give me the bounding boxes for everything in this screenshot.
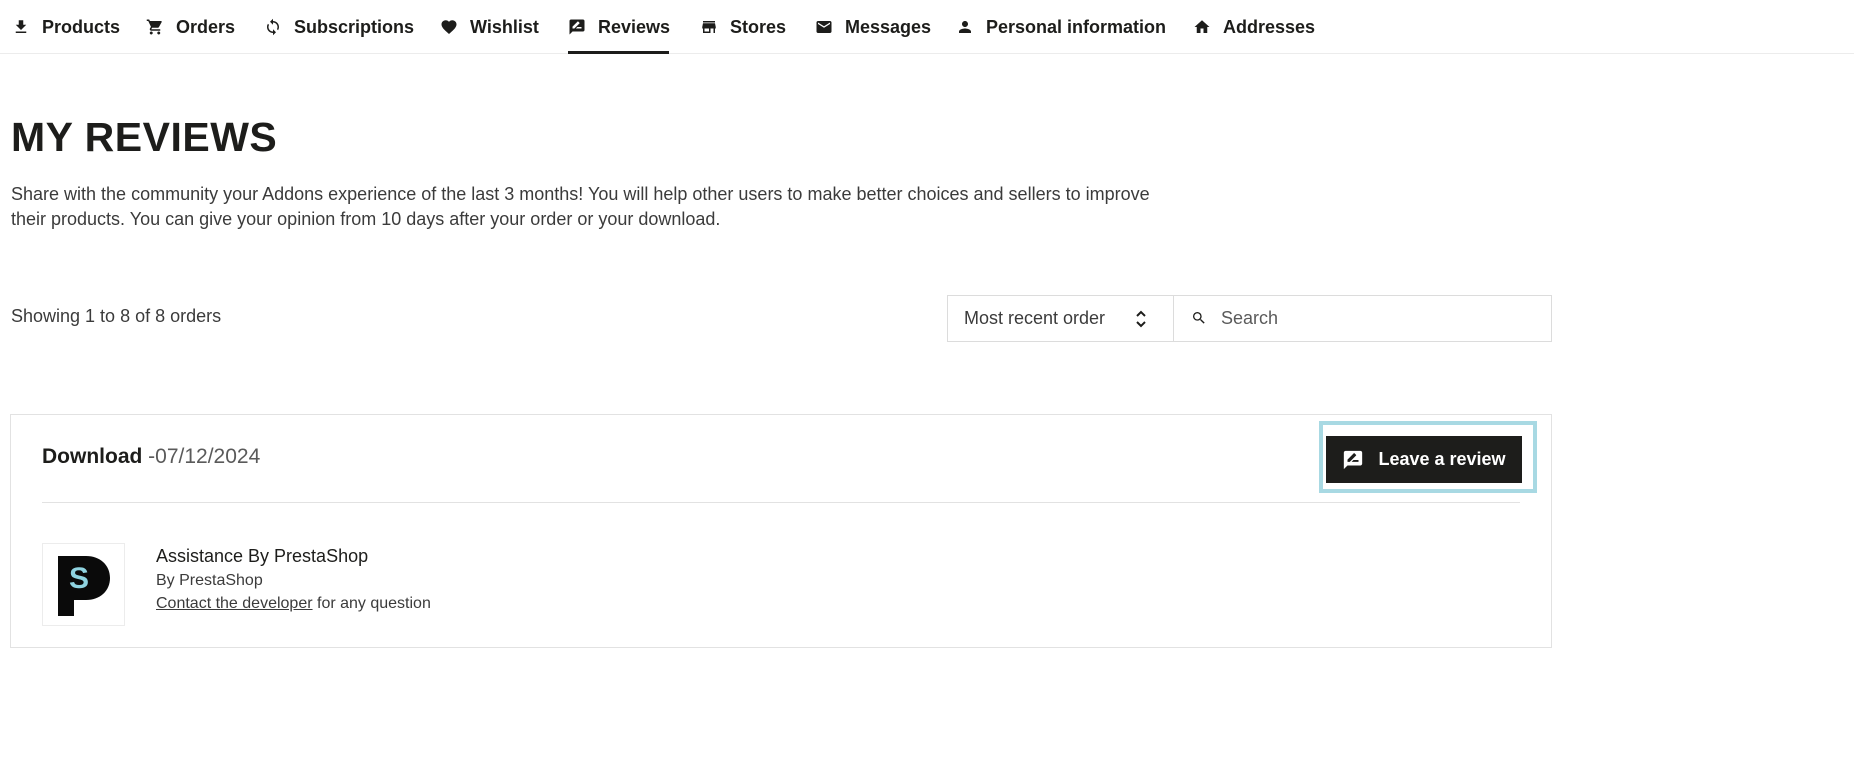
svg-text:S: S xyxy=(68,562,88,595)
tab-wishlist[interactable]: Wishlist xyxy=(440,0,539,54)
tab-label: Stores xyxy=(730,16,787,37)
results-count: Showing 1 to 8 of 8 orders xyxy=(11,306,222,326)
order-header: Download -07/12/2024 xyxy=(42,445,260,469)
cart-icon xyxy=(146,18,164,36)
contact-developer-link[interactable]: Contact the developer xyxy=(156,595,313,612)
store-icon xyxy=(700,18,718,36)
tab-reviews[interactable]: Reviews xyxy=(568,0,671,54)
leave-review-button[interactable]: Leave a review xyxy=(1326,436,1522,483)
tab-label: Reviews xyxy=(598,16,671,37)
contact-suffix: for any question xyxy=(312,595,431,612)
heart-icon xyxy=(440,18,458,36)
tab-messages[interactable]: Messages xyxy=(815,0,931,54)
search-input[interactable] xyxy=(1221,308,1521,329)
divider xyxy=(42,502,1520,503)
mail-icon xyxy=(815,18,833,36)
leave-review-label: Leave a review xyxy=(1378,449,1506,469)
tab-subscriptions[interactable]: Subscriptions xyxy=(264,0,414,54)
tab-addresses[interactable]: Addresses xyxy=(1193,0,1315,54)
unfold-icon xyxy=(1135,308,1147,330)
sort-select[interactable]: Most recent order xyxy=(947,295,1174,342)
rate-review-icon xyxy=(568,18,586,36)
order-type: Download xyxy=(42,445,143,468)
tab-products[interactable]: Products xyxy=(12,0,120,54)
tab-label: Addresses xyxy=(1223,16,1316,37)
tab-orders[interactable]: Orders xyxy=(146,0,235,54)
search-icon xyxy=(1191,310,1209,328)
tab-stores[interactable]: Stores xyxy=(700,0,786,54)
sync-icon xyxy=(264,18,282,36)
tab-label: Subscriptions xyxy=(294,16,415,37)
tab-personal-information[interactable]: Personal information xyxy=(956,0,1166,54)
product-logo: S xyxy=(42,543,125,626)
product-author: By PrestaShop xyxy=(156,572,263,589)
home-icon xyxy=(1193,18,1211,36)
order-date: -07/12/2024 xyxy=(148,445,261,468)
search-box xyxy=(1173,295,1552,342)
tab-label: Products xyxy=(42,16,121,37)
tab-label: Personal information xyxy=(986,16,1167,37)
sort-select-value: Most recent order xyxy=(964,308,1106,328)
rate-review-icon xyxy=(1342,449,1364,471)
product-name: Assistance By PrestaShop xyxy=(156,546,369,566)
order-card: Download -07/12/2024 Leave a review S As… xyxy=(10,414,1552,648)
account-nav: Products Orders Subscriptions Wishlist R… xyxy=(0,0,1854,54)
download-icon xyxy=(12,18,30,36)
page-intro: Share with the community your Addons exp… xyxy=(11,184,1150,229)
page-title: MY REVIEWS xyxy=(11,114,278,160)
person-icon xyxy=(956,18,974,36)
tab-label: Wishlist xyxy=(470,16,539,37)
tab-label: Messages xyxy=(845,16,932,37)
product-contact: Contact the developer for any question xyxy=(156,595,431,613)
tab-label: Orders xyxy=(176,16,236,37)
